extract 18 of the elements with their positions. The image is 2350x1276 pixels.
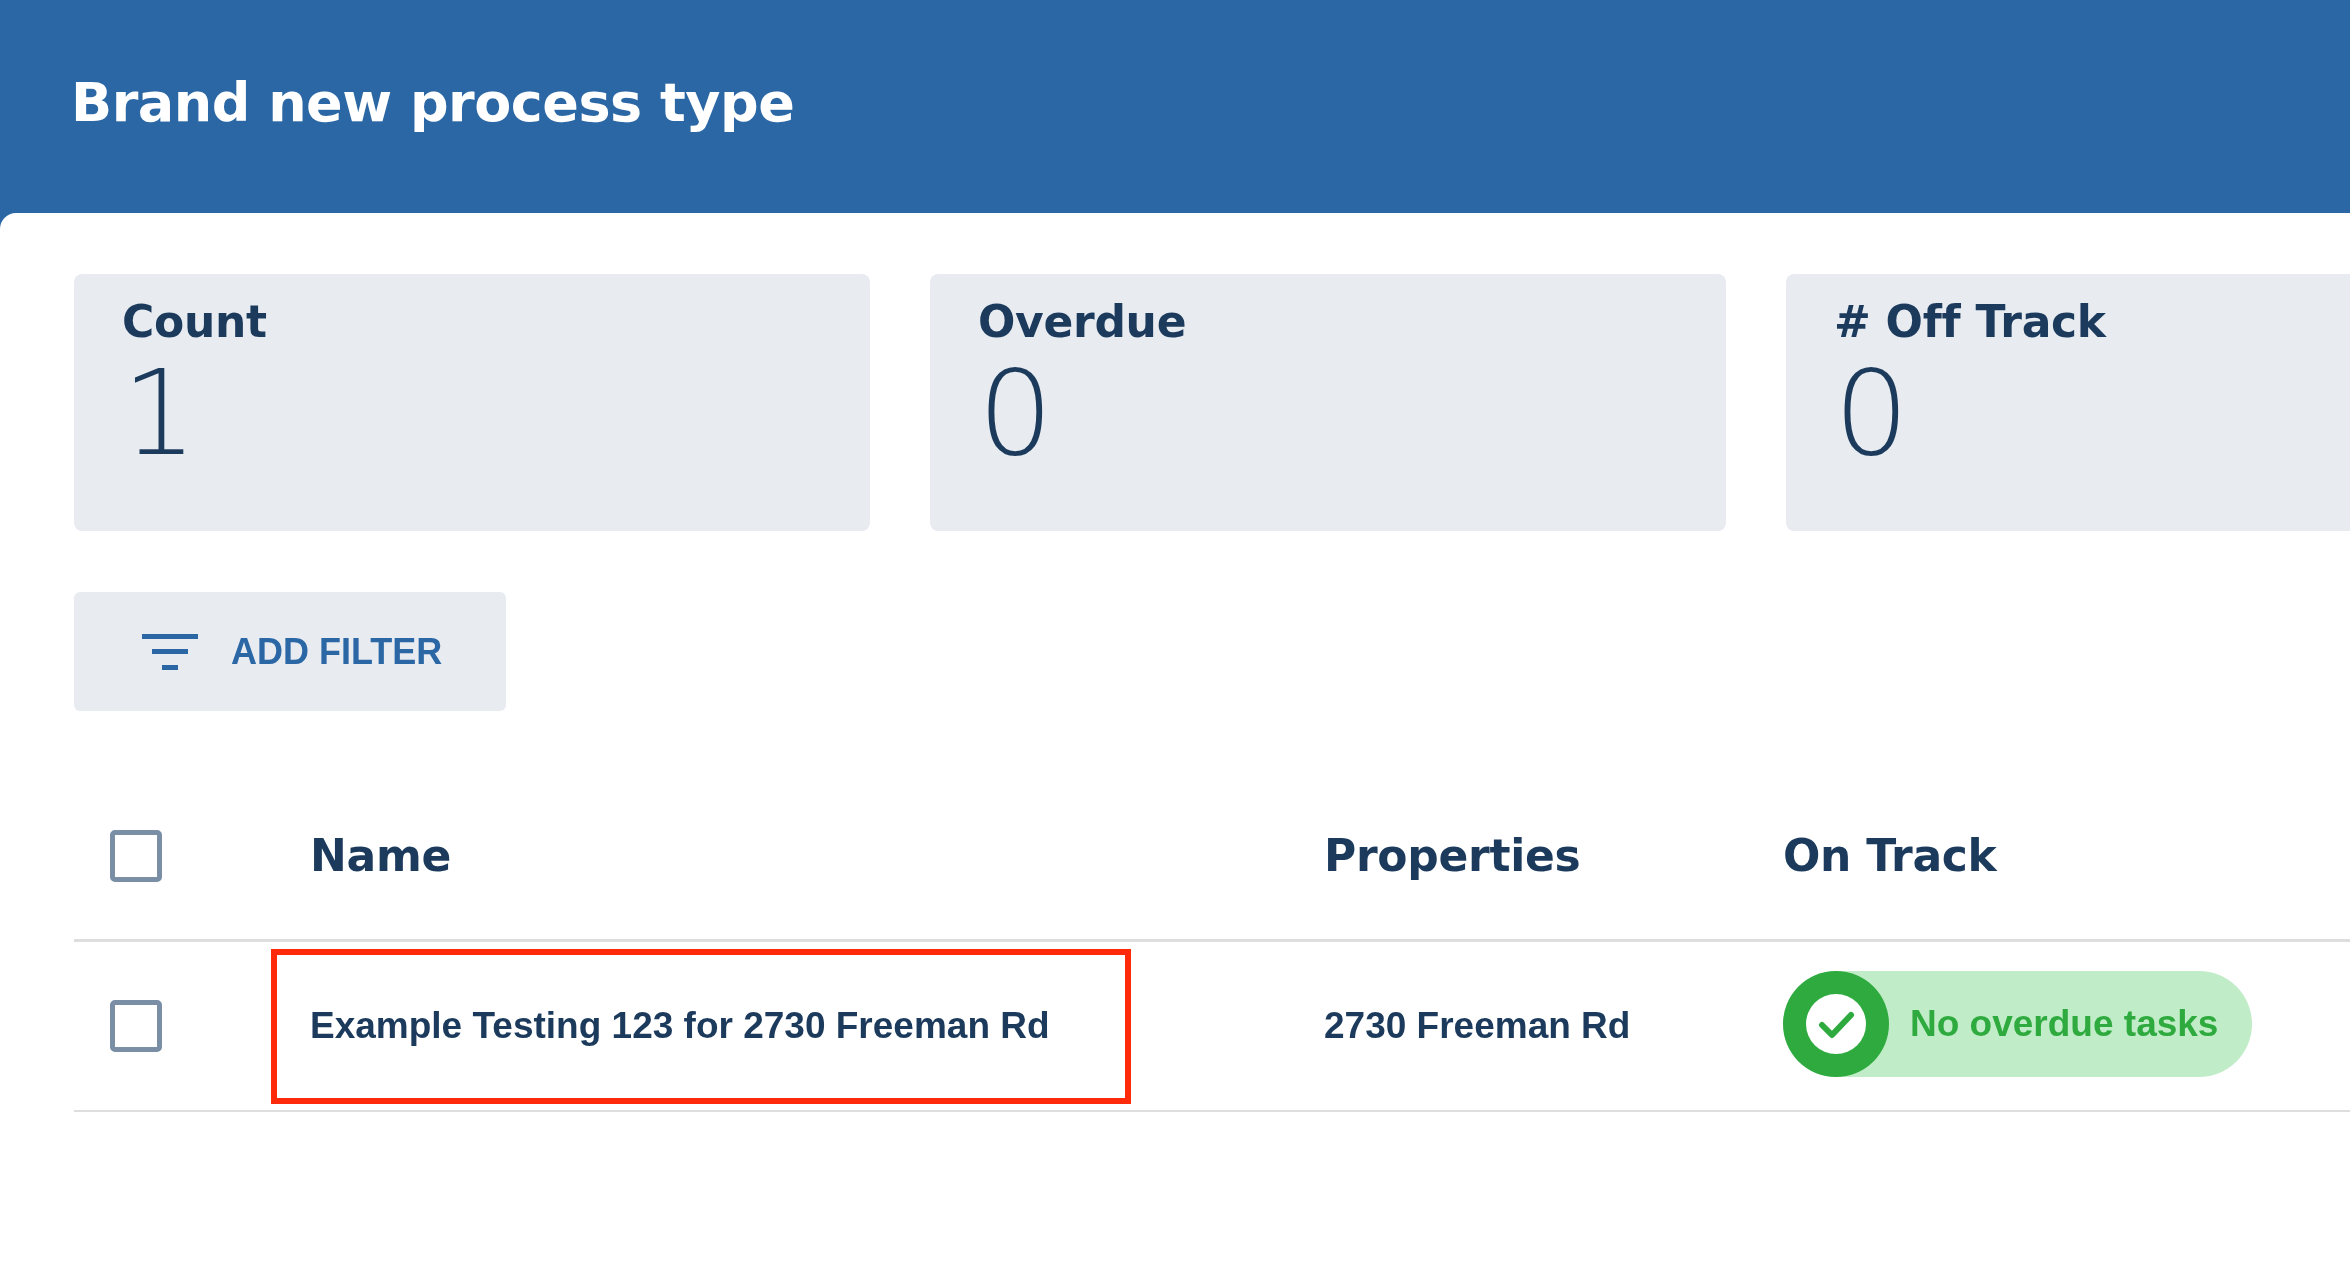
column-header[interactable]: On Track <box>1783 830 1997 881</box>
add-filter-button[interactable]: ADD FILTER <box>74 592 506 711</box>
table-cell: Example Testing 123 for 2730 Freeman Rd <box>310 1005 1050 1047</box>
stat-label: # Off Track <box>1834 296 2106 349</box>
check-circle-icon <box>1783 971 1889 1077</box>
stat-label: Overdue <box>978 296 1187 349</box>
column-header[interactable]: Properties <box>1324 830 1581 881</box>
page-title: Brand new process type <box>71 71 795 136</box>
select-all-checkbox[interactable] <box>110 829 162 882</box>
filter-icon <box>142 633 198 670</box>
status-label: No overdue tasks <box>1910 1003 2219 1045</box>
table-cell: 2730 Freeman Rd <box>1324 1005 1631 1046</box>
column-header[interactable]: Name <box>310 830 451 881</box>
stat-value: 0 <box>978 348 1054 479</box>
stat-label: Count <box>122 296 267 349</box>
stat-value: 1 <box>122 348 198 479</box>
row-checkbox[interactable] <box>110 1000 162 1052</box>
stat-value: 0 <box>1834 348 1910 479</box>
